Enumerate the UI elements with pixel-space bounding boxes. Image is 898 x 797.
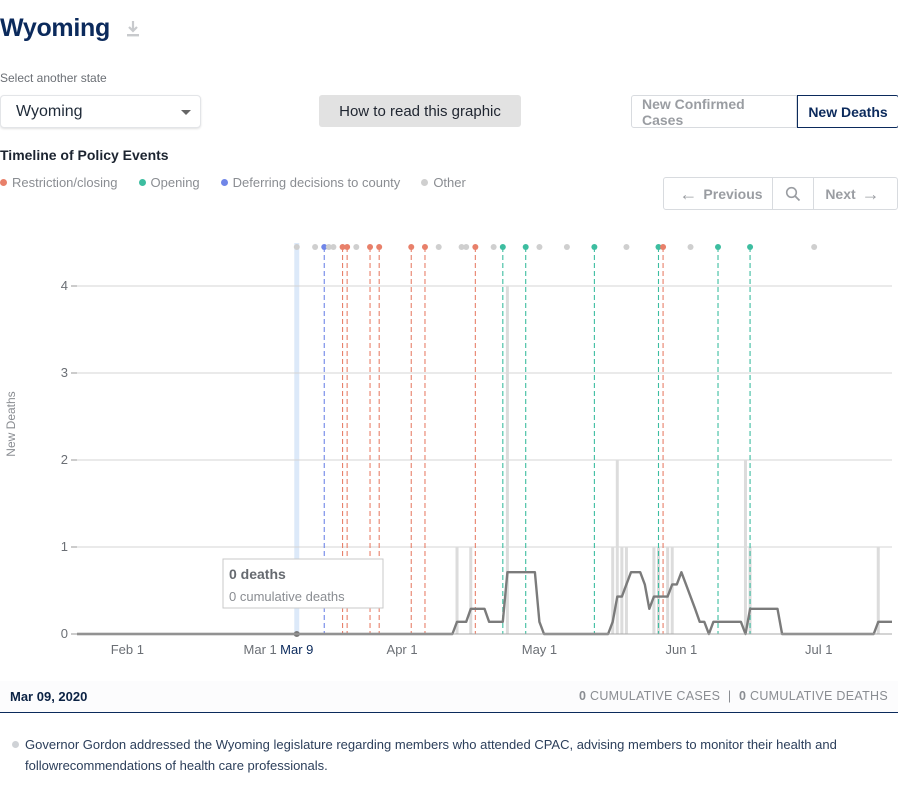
event-description-text: Governor Gordon addressed the Wyoming le…	[25, 737, 837, 773]
policy-event-dot	[623, 244, 630, 250]
search-icon	[785, 186, 801, 201]
rolling-average-line	[77, 571, 892, 636]
search-button[interactable]	[773, 178, 814, 209]
event-pager: ← Previous Next →	[663, 177, 898, 210]
tooltip-title: 0 deaths	[229, 566, 286, 582]
y-axis-title: New Deaths	[4, 391, 18, 456]
deaths-chart[interactable]: 0 1 2 3 4 Feb 1 Mar 1 Apr 1 May 1 Jun 1 Jul 1 Mar 9…	[0, 228, 898, 668]
event-type-dot	[12, 741, 19, 748]
policy-event-dot	[715, 244, 722, 250]
cumulative-stats: 0 CUMULATIVE CASES | 0 CUMULATIVE DEATHS	[579, 689, 888, 703]
policy-event-dot	[522, 244, 529, 250]
tick-label-y: 2	[61, 452, 68, 467]
tick-label-x: Apr 1	[387, 642, 418, 657]
policy-event-dot	[376, 244, 383, 250]
policy-event-dot	[747, 244, 754, 250]
next-label: Next	[825, 185, 856, 202]
state-title: Wyoming	[0, 14, 110, 42]
tick-label-x: Feb 1	[111, 642, 144, 657]
policy-event-dot	[330, 244, 337, 250]
previous-label: Previous	[703, 185, 763, 202]
date-footer: Mar 09, 2020 0 CUMULATIVE CASES | 0 CUMU…	[0, 681, 898, 713]
selected-date: Mar 09, 2020	[10, 689, 88, 704]
policy-event-dot	[660, 244, 667, 250]
policy-event-dot	[421, 244, 428, 250]
cumulative-cases-label: CUMULATIVE CASES	[590, 689, 721, 703]
next-button[interactable]: Next →	[814, 178, 897, 209]
stats-separator: |	[727, 689, 732, 703]
tick-label-highlight: Mar 9	[280, 642, 313, 657]
chevron-down-icon	[181, 110, 191, 115]
policy-event-dot	[312, 244, 319, 250]
state-select-value: Wyoming	[16, 103, 83, 120]
tooltip-sub: 0 cumulative deaths	[229, 589, 345, 604]
tick-label-x: Jun 1	[665, 642, 697, 657]
policy-event-dot	[463, 244, 470, 250]
metric-toggle: New Confirmed Cases New Deaths	[631, 95, 898, 128]
arrow-left-icon: ←	[679, 183, 698, 204]
new-deaths-button[interactable]: New Deaths	[797, 95, 898, 128]
policy-event-dot	[490, 244, 497, 250]
cumulative-deaths-count: 0	[738, 689, 747, 703]
download-icon[interactable]	[124, 19, 142, 39]
chart-tooltip: 0 deaths 0 cumulative deaths	[222, 558, 384, 609]
death-bar	[743, 460, 747, 634]
policy-event-dot	[499, 244, 506, 250]
timeline-title: Timeline of Policy Events	[0, 147, 169, 163]
legend-label-other: Other	[433, 175, 466, 190]
tick-label-x: Jul 1	[805, 642, 832, 657]
cumulative-cases-count: 0	[578, 689, 587, 703]
death-bar	[652, 547, 656, 634]
legend-label-county: Deferring decisions to county	[232, 175, 401, 190]
how-to-read-button[interactable]: How to read this graphic	[319, 95, 521, 127]
policy-event-dot	[563, 244, 570, 250]
title-row: Wyoming	[0, 14, 142, 43]
tick-label-x: Mar 1	[244, 642, 277, 657]
legend-item-opening: Opening	[138, 175, 200, 190]
policy-event-dot	[344, 244, 351, 250]
legend-item-restriction: Restriction/closing	[0, 175, 118, 190]
select-state-label: Select another state	[0, 71, 107, 85]
policy-event-dot	[591, 244, 598, 250]
tick-label-y: 3	[61, 365, 68, 380]
policy-legend: Restriction/closing Opening Deferring de…	[0, 175, 487, 190]
legend-dot-other	[421, 179, 429, 186]
state-select[interactable]: Wyoming	[0, 95, 201, 128]
tick-label-y: 1	[61, 539, 68, 554]
legend-dot-opening	[138, 179, 146, 186]
legend-label-opening: Opening	[150, 175, 200, 190]
arrow-right-icon: →	[861, 183, 880, 204]
policy-event-dot	[472, 244, 479, 250]
legend-label-restriction: Restriction/closing	[12, 175, 118, 190]
legend-dot-county	[220, 179, 228, 186]
legend-item-county: Deferring decisions to county	[220, 175, 401, 190]
policy-event-dot	[353, 244, 360, 250]
new-confirmed-cases-button[interactable]: New Confirmed Cases	[631, 95, 797, 128]
tick-label-y: 0	[61, 626, 68, 641]
policy-event-dot	[435, 244, 442, 250]
policy-event-dot	[811, 244, 818, 250]
legend-dot-restriction	[0, 179, 7, 186]
policy-event-dot	[687, 244, 694, 250]
previous-button[interactable]: ← Previous	[664, 178, 773, 209]
tick-label-y: 4	[61, 278, 68, 293]
policy-event-dot	[293, 244, 300, 250]
death-bar	[469, 547, 473, 634]
policy-event-dot	[367, 244, 374, 250]
policy-event-dot	[536, 244, 543, 250]
cumulative-deaths-label: CUMULATIVE DEATHS	[750, 689, 888, 703]
policy-event-dot	[408, 244, 415, 250]
legend-item-other: Other	[421, 175, 466, 190]
event-description: Governor Gordon addressed the Wyoming le…	[12, 734, 892, 776]
tick-label-x: May 1	[522, 642, 557, 657]
